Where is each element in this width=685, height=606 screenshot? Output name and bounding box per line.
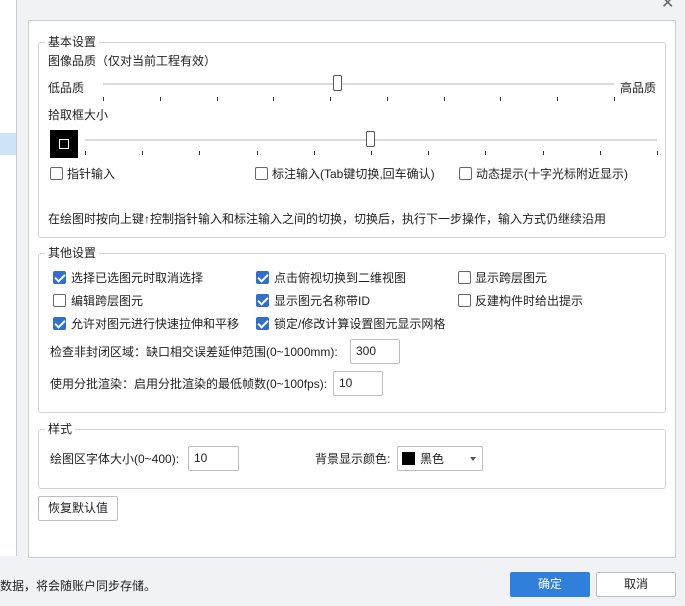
- footer-sync-text: 数据，将会随账户同步存储。: [0, 579, 157, 593]
- pointer-input-checkbox[interactable]: [50, 167, 63, 180]
- edit-cross-layer-checkbox[interactable]: [53, 294, 66, 307]
- slider-tick: [256, 151, 258, 155]
- show-name-with-id-label: 显示图元名称带ID: [274, 294, 371, 308]
- slider-tick: [485, 151, 487, 155]
- slider-tick: [103, 97, 104, 101]
- other-settings-legend: 其他设置: [45, 246, 100, 260]
- bg-color-select[interactable]: 黑色: [397, 446, 483, 471]
- input-switch-note: 在绘图时按向上键↑控制指针输入和标注输入之间的切换，切换后，执行下一步操作，输入…: [48, 212, 607, 226]
- show-cross-layer-checkbox[interactable]: [458, 271, 471, 284]
- top-view-2d-checkbox[interactable]: [256, 271, 269, 284]
- edit-cross-layer-label: 编辑跨层图元: [71, 294, 144, 308]
- close-icon[interactable]: ✕: [661, 0, 674, 12]
- slider-tick: [657, 151, 658, 155]
- style-legend: 样式: [45, 422, 76, 436]
- top-view-2d-label: 点击俯视切换到二维视图: [274, 271, 407, 285]
- settings-dialog: 基本设置 图像品质（仅对当前工程有效） 低品质 高品质 拾取框大小 指针输入 标…: [28, 20, 676, 558]
- slider-tick: [557, 97, 559, 101]
- slider-tick: [159, 97, 161, 101]
- slider-tick: [614, 97, 615, 101]
- pick-box-preview: [50, 130, 78, 158]
- chevron-down-icon: [470, 457, 476, 461]
- gap-range-input[interactable]: 300: [350, 339, 400, 364]
- deselect-selected-checkbox[interactable]: [53, 271, 66, 284]
- high-quality-label: 高品质: [620, 81, 657, 95]
- pick-box-size-label: 拾取框大小: [48, 108, 109, 122]
- slider-tick: [599, 151, 601, 155]
- slider-tick: [199, 151, 201, 155]
- slider-tick: [443, 97, 445, 101]
- slider-tick: [371, 151, 372, 155]
- font-size-input[interactable]: 10: [188, 446, 239, 471]
- quick-stretch-move-checkbox[interactable]: [53, 317, 66, 330]
- annotation-input-checkbox[interactable]: [255, 167, 268, 180]
- left-panel-selected-item[interactable]: [0, 133, 16, 155]
- low-quality-label: 低品质: [48, 81, 85, 95]
- font-size-label: 绘图区字体大小(0~400):: [50, 452, 180, 466]
- slider-tick: [330, 97, 332, 101]
- slider-tick: [428, 151, 430, 155]
- restore-defaults-button[interactable]: 恢复默认值: [38, 496, 118, 521]
- slider-tick: [142, 151, 144, 155]
- deselect-selected-label: 选择已选图元时取消选择: [71, 271, 204, 285]
- lock-grid-label: 锁定/修改计算设置图元显示网格: [274, 317, 446, 331]
- gap-range-label: 检查非封闭区域：缺口相交误差延伸范围(0~1000mm):: [50, 345, 338, 359]
- slider-tick: [542, 151, 544, 155]
- reverse-build-hint-checkbox[interactable]: [458, 294, 471, 307]
- reverse-build-hint-label: 反建构件时给出提示: [475, 294, 584, 308]
- basic-settings-legend: 基本设置: [45, 35, 100, 49]
- image-quality-label: 图像品质（仅对当前工程有效）: [48, 54, 217, 68]
- quick-stretch-move-label: 允许对图元进行快速拉伸和平移: [71, 317, 240, 331]
- left-panel: [0, 0, 17, 556]
- batch-render-label: 使用分批渲染：启用分批渲染的最低帧数(0~100fps):: [50, 377, 328, 391]
- slider-tick: [273, 97, 275, 101]
- bg-color-label: 背景显示颜色:: [315, 452, 391, 466]
- bg-color-swatch: [402, 452, 415, 465]
- bg-color-value: 黑色: [420, 452, 445, 466]
- image-quality-slider-track[interactable]: [103, 83, 614, 85]
- cancel-button[interactable]: 取消: [596, 572, 676, 597]
- slider-tick: [85, 151, 86, 155]
- batch-render-input[interactable]: 10: [333, 371, 383, 396]
- dynamic-hint-label: 动态提示(十字光标附近显示): [476, 167, 628, 181]
- show-cross-layer-label: 显示跨层图元: [475, 271, 548, 285]
- pointer-input-label: 指针输入: [67, 167, 116, 181]
- slider-tick: [500, 97, 502, 101]
- ok-button[interactable]: 确定: [510, 572, 590, 597]
- image-quality-slider-thumb[interactable]: [333, 75, 343, 91]
- slider-tick: [386, 97, 388, 101]
- pick-box-slider-thumb[interactable]: [366, 131, 375, 147]
- annotation-input-label: 标注输入(Tab键切换,回车确认): [272, 167, 435, 181]
- slider-tick: [216, 97, 218, 101]
- slider-tick: [313, 151, 315, 155]
- lock-grid-checkbox[interactable]: [256, 317, 269, 330]
- show-name-with-id-checkbox[interactable]: [256, 294, 269, 307]
- dynamic-hint-checkbox[interactable]: [459, 167, 472, 180]
